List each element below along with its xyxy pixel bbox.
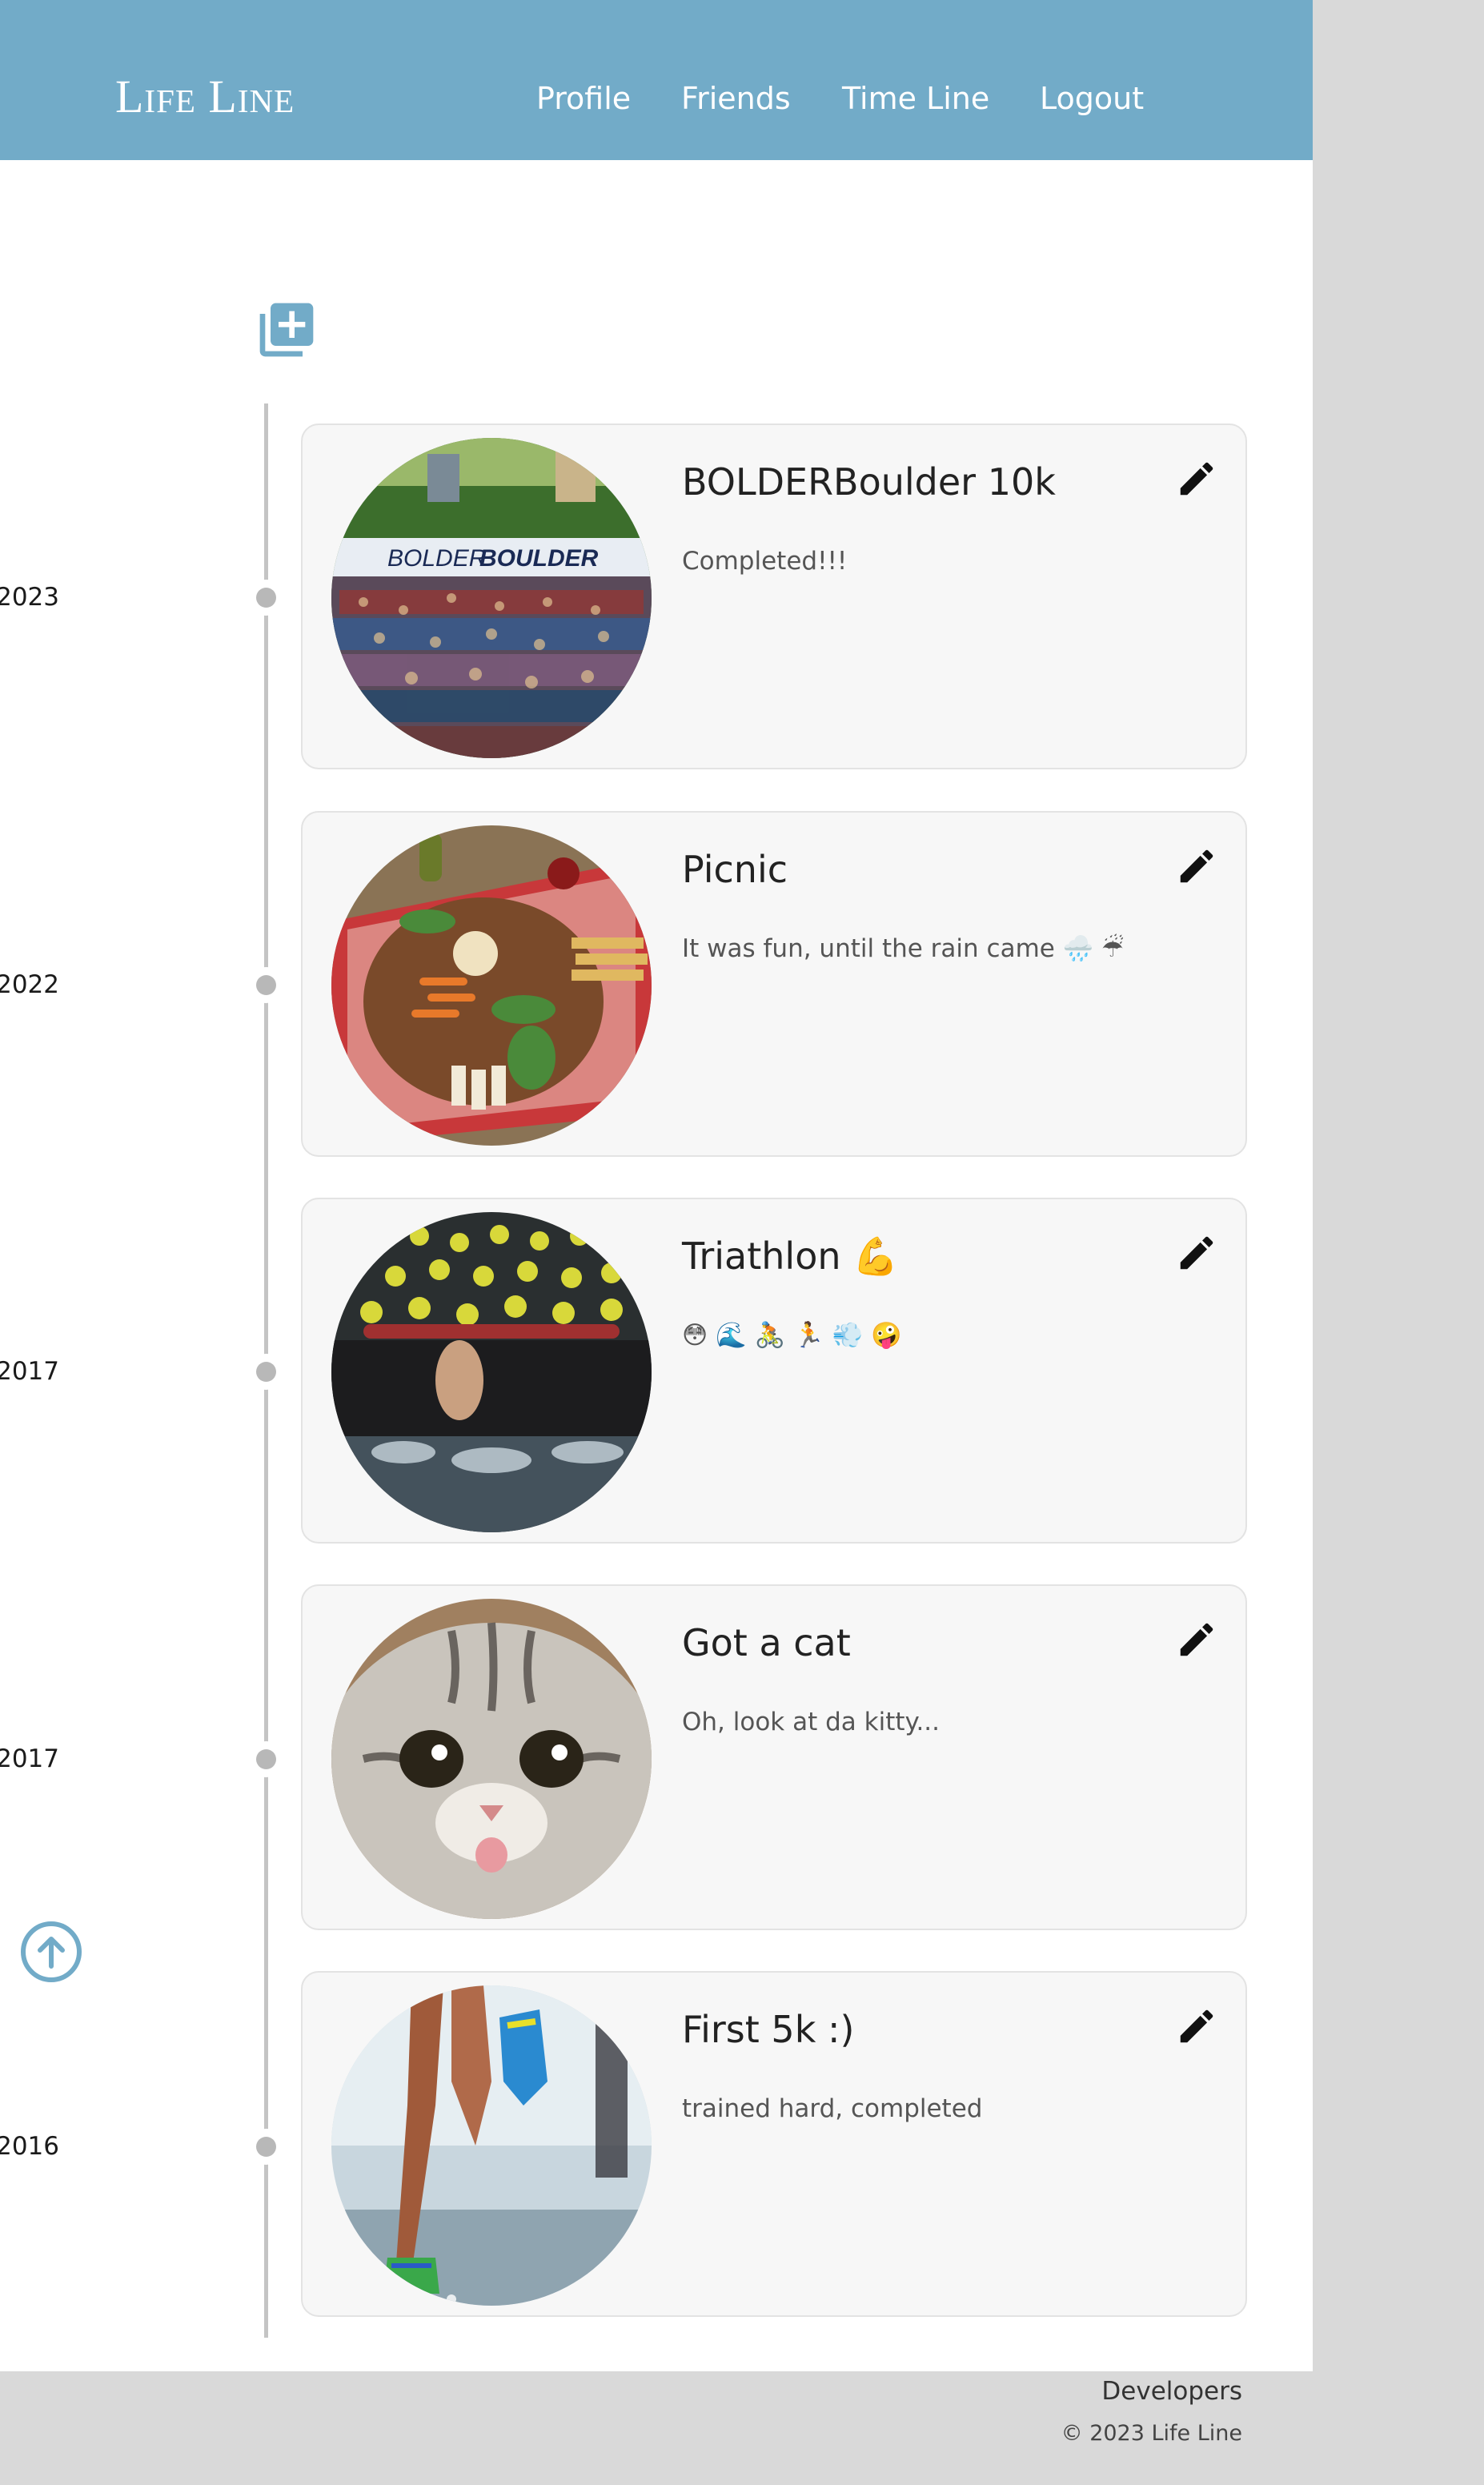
timeline-card: BOLDER BOULDER BOLDERBoulder 10k Complet… — [301, 424, 1247, 769]
entry-date: Feb, 2017 — [0, 1744, 59, 1773]
entry-description: trained hard, completed — [682, 2094, 983, 2123]
entry-description: Completed!!! — [682, 547, 848, 576]
pencil-icon[interactable] — [1175, 1618, 1218, 1661]
entry-description: 😳 🌊 🚴 🏃 💨 🤪 — [682, 1321, 902, 1350]
timeline-dot — [256, 2137, 276, 2157]
pencil-icon[interactable] — [1175, 845, 1218, 888]
entry-date: Oct, 2022 — [0, 970, 59, 999]
navbar: Life Line Profile Friends Time Line Logo… — [0, 0, 1313, 160]
entry-date: Jul, 2017 — [0, 1357, 59, 1386]
entry-description: Oh, look at da kitty... — [682, 1708, 941, 1736]
timeline-card: Got a cat Oh, look at da kitty... — [301, 1584, 1247, 1930]
picnic-board-photo — [331, 825, 652, 1146]
nav-friends[interactable]: Friends — [681, 83, 791, 114]
timeline-dot — [256, 1362, 276, 1382]
timeline-dot — [256, 975, 276, 995]
footer-developers-link[interactable]: Developers — [1101, 2379, 1242, 2404]
page: Life Line Profile Friends Time Line Logo… — [0, 0, 1313, 2371]
race-crowd-photo: BOLDER BOULDER — [331, 438, 652, 758]
timeline-card: Picnic It was fun, until the rain came 🌧… — [301, 811, 1247, 1157]
nav-logout[interactable]: Logout — [1040, 83, 1144, 114]
timeline-dot — [256, 1749, 276, 1769]
pencil-icon[interactable] — [1175, 1231, 1218, 1275]
entry-title: BOLDERBoulder 10k — [682, 460, 1056, 504]
timeline-card: First 5k :) trained hard, completed — [301, 1971, 1247, 2317]
pencil-icon[interactable] — [1175, 457, 1218, 500]
svg-text:BOULDER: BOULDER — [479, 545, 599, 572]
svg-text:BOLDER: BOLDER — [387, 545, 486, 572]
arrow-up-circle-icon[interactable] — [19, 1920, 83, 1984]
entry-date: May, 2023 — [0, 583, 59, 612]
brand-logo[interactable]: Life Line — [115, 74, 295, 120]
entry-title: Got a cat — [682, 1621, 851, 1664]
footer-copyright: © 2023 Life Line — [1061, 2421, 1242, 2446]
pencil-icon[interactable] — [1175, 2005, 1218, 2048]
library-add-icon[interactable] — [255, 298, 319, 362]
nav-profile[interactable]: Profile — [536, 83, 631, 114]
triathlon-swim-photo — [331, 1212, 652, 1532]
entry-date: Apr, 2016 — [0, 2132, 59, 2161]
timeline-card: Triathlon 💪 😳 🌊 🚴 🏃 💨 🤪 — [301, 1198, 1247, 1544]
entry-description: It was fun, until the rain came 🌧️ ☔ — [682, 934, 1124, 963]
nav-timeline[interactable]: Time Line — [842, 83, 989, 114]
entry-title: First 5k :) — [682, 2008, 855, 2051]
runner-feet-photo — [331, 1985, 652, 2306]
entry-title: Picnic — [682, 848, 788, 891]
cat-photo — [331, 1599, 652, 1919]
timeline-dot — [256, 588, 276, 608]
entry-title: Triathlon 💪 — [682, 1234, 899, 1278]
